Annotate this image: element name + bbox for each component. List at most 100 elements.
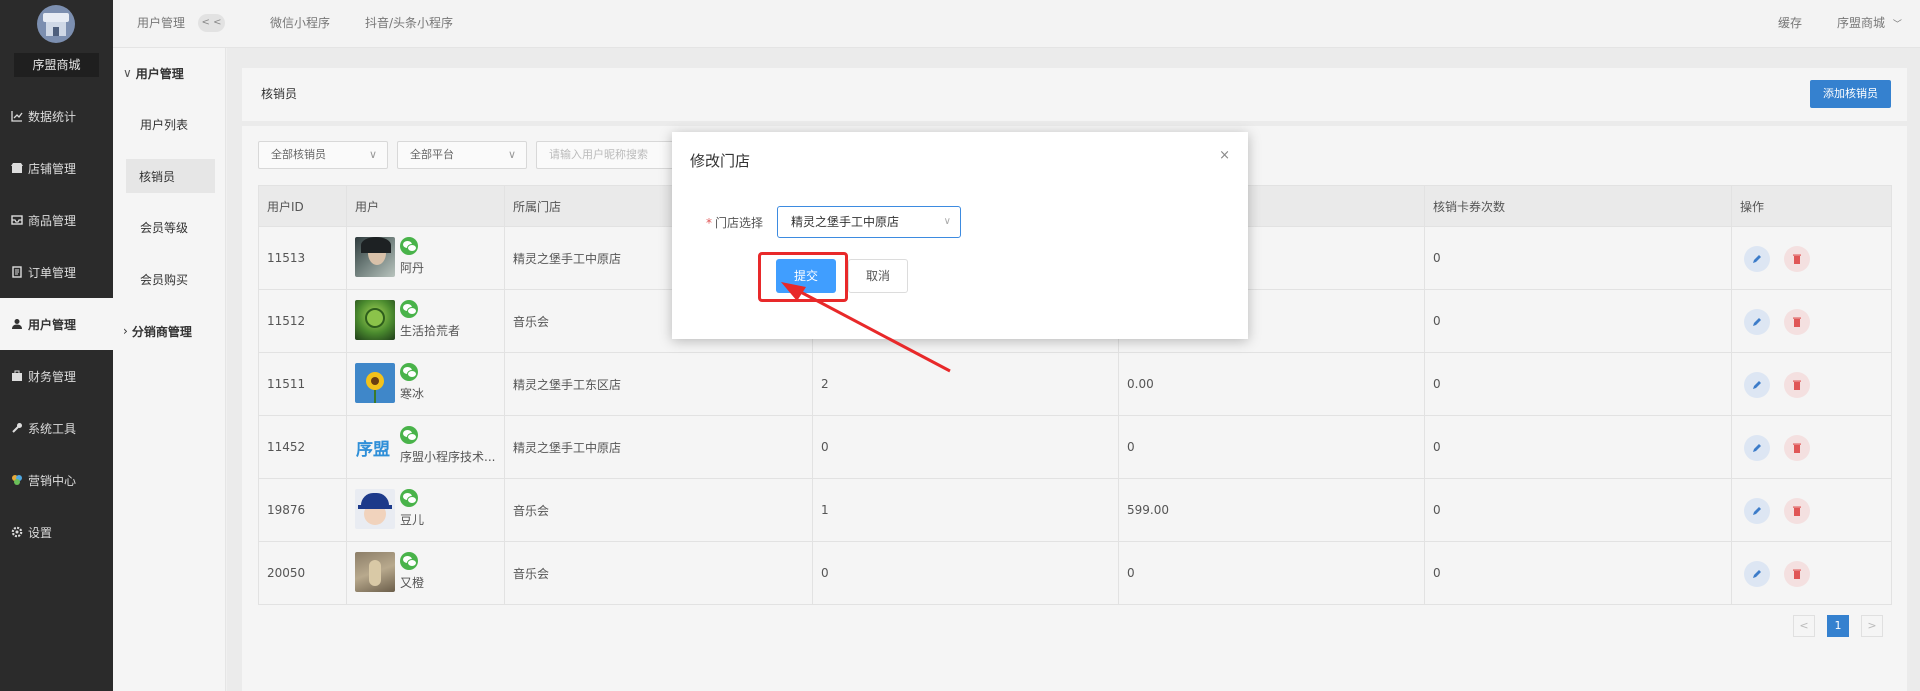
tab-douyin-miniprogram[interactable]: 抖音/头条小程序 [365, 0, 453, 48]
submenu-item-member-level[interactable]: 会员等级 [113, 201, 225, 253]
submenu-item-user-list[interactable]: 用户列表 [113, 98, 225, 150]
verifier-filter-select[interactable]: 全部核销员 ∨ [258, 141, 388, 169]
cell-col5: 0.00 [1118, 352, 1425, 416]
cell-store: 精灵之堡手工东区店 [504, 352, 813, 416]
cell-col4[interactable]: 0 [812, 541, 1119, 605]
cell-col5: 0 [1118, 415, 1425, 479]
tab-wechat-miniprogram[interactable]: 微信小程序 [270, 0, 330, 48]
table-row: 11452 序盟 序盟小程序技术... 精灵之堡手工中原店 0 0 0 [258, 415, 1892, 479]
account-menu[interactable]: 序盟商城 ﹀ [1837, 0, 1902, 48]
cell-user: 阿丹 [346, 226, 505, 290]
submenu-group-users[interactable]: ∨ 用户管理 [113, 48, 225, 98]
cell-user: 豆儿 [346, 478, 505, 542]
menu-item-store[interactable]: 店铺管理 [0, 142, 113, 194]
submenu-group-distributor[interactable]: › 分销商管理 [113, 305, 225, 357]
store-select-label-text: 门店选择 [715, 216, 764, 230]
cell-user: 又橙 [346, 541, 505, 605]
store-select-value: 精灵之堡手工中原店 [791, 215, 900, 229]
edit-button[interactable] [1744, 372, 1770, 398]
wechat-icon [400, 300, 418, 318]
cell-card-count[interactable]: 0 [1424, 541, 1732, 605]
cancel-button[interactable]: 取消 [848, 259, 908, 293]
menu-item-label: 设置 [28, 525, 53, 540]
trash-icon [1793, 254, 1801, 264]
avatar: 序盟 [355, 426, 395, 466]
menu-item-label: 用户管理 [28, 317, 77, 332]
page-header-card: 核销员 添加核销员 [242, 68, 1907, 121]
sub-sidebar: ∨ 用户管理 用户列表 核销员 会员等级 会员购买 › 分销商管理 [113, 48, 226, 691]
edit-button[interactable] [1744, 246, 1770, 272]
account-name: 序盟商城 [1837, 16, 1886, 30]
menu-item-orders[interactable]: 订单管理 [0, 246, 113, 298]
store-logo-icon [37, 5, 75, 43]
cell-card-count[interactable]: 0 [1424, 289, 1732, 353]
chart-icon [10, 110, 23, 123]
menu-item-stats[interactable]: 数据统计 [0, 90, 113, 142]
column-header-user: 用户 [346, 185, 505, 227]
delete-button[interactable] [1784, 561, 1810, 587]
trash-icon [1793, 443, 1801, 453]
cell-card-count[interactable]: 0 [1424, 415, 1732, 479]
cell-store: 音乐会 [504, 478, 813, 542]
edit-button[interactable] [1744, 561, 1770, 587]
platform-filter-select[interactable]: 全部平台 ∨ [397, 141, 527, 169]
edit-button[interactable] [1744, 309, 1770, 335]
menu-item-settings[interactable]: 设置 [0, 506, 113, 558]
collapse-sidebar-button[interactable]: < < [198, 14, 225, 32]
cell-col4[interactable]: 0 [812, 415, 1119, 479]
user-name: 又橙 [400, 576, 425, 590]
user-name: 生活拾荒者 [400, 324, 461, 338]
delete-button[interactable] [1784, 498, 1810, 524]
cell-store: 音乐会 [504, 541, 813, 605]
cell-card-count[interactable]: 0 [1424, 226, 1732, 290]
pager-next-button[interactable]: > [1861, 615, 1883, 637]
delete-button[interactable] [1784, 309, 1810, 335]
pencil-icon [1753, 318, 1761, 326]
shop-name: 序盟商城 [14, 53, 99, 77]
trash-icon [1793, 317, 1801, 327]
trash-icon [1793, 569, 1801, 579]
edit-button[interactable] [1744, 498, 1770, 524]
delete-button[interactable] [1784, 435, 1810, 461]
pager-page-1[interactable]: 1 [1827, 615, 1849, 637]
column-header-card-count: 核销卡券次数 [1424, 185, 1732, 227]
menu-item-marketing[interactable]: 营销中心 [0, 454, 113, 506]
required-mark: * [706, 216, 712, 230]
close-icon[interactable]: × [1219, 148, 1230, 163]
pencil-icon [1753, 444, 1761, 452]
delete-button[interactable] [1784, 372, 1810, 398]
avatar [355, 363, 395, 403]
menu-item-tools[interactable]: 系统工具 [0, 402, 113, 454]
gear-icon [10, 526, 23, 539]
cache-button[interactable]: 缓存 [1778, 0, 1802, 48]
menu-item-label: 店铺管理 [28, 161, 77, 176]
menu-item-users[interactable]: 用户管理 [0, 298, 113, 350]
top-bar: 用户管理 < < 微信小程序 抖音/头条小程序 缓存 序盟商城 ﹀ [113, 0, 1920, 48]
cell-user: 序盟 序盟小程序技术... [346, 415, 505, 479]
chevron-down-icon: ∨ [123, 66, 132, 80]
add-verifier-button[interactable]: 添加核销员 [1810, 80, 1891, 108]
submenu-item-verifier[interactable]: 核销员 [126, 159, 215, 193]
verifier-filter-value: 全部核销员 [271, 148, 326, 161]
edit-button[interactable] [1744, 435, 1770, 461]
cell-card-count[interactable]: 0 [1424, 478, 1732, 542]
pager-prev-button[interactable]: < [1793, 615, 1815, 637]
avatar [355, 489, 395, 529]
cell-col5: 0 [1118, 541, 1425, 605]
marketing-icon [10, 474, 23, 487]
user-name: 阿丹 [400, 261, 425, 275]
menu-item-goods[interactable]: 商品管理 [0, 194, 113, 246]
delete-button[interactable] [1784, 246, 1810, 272]
store-select[interactable]: 精灵之堡手工中原店 ∨ [777, 206, 961, 238]
menu-item-finance[interactable]: 财务管理 [0, 350, 113, 402]
submenu-item-member-purchase[interactable]: 会员购买 [113, 253, 225, 305]
column-header-user-id: 用户ID [258, 185, 347, 227]
pencil-icon [1753, 255, 1761, 263]
cell-user: 生活拾荒者 [346, 289, 505, 353]
cell-col4[interactable]: 1 [812, 478, 1119, 542]
store-icon [10, 162, 23, 175]
user-name: 寒冰 [400, 387, 425, 401]
chevron-down-icon: ∨ [368, 148, 377, 161]
cell-card-count[interactable]: 0 [1424, 352, 1732, 416]
cell-col4[interactable]: 2 [812, 352, 1119, 416]
